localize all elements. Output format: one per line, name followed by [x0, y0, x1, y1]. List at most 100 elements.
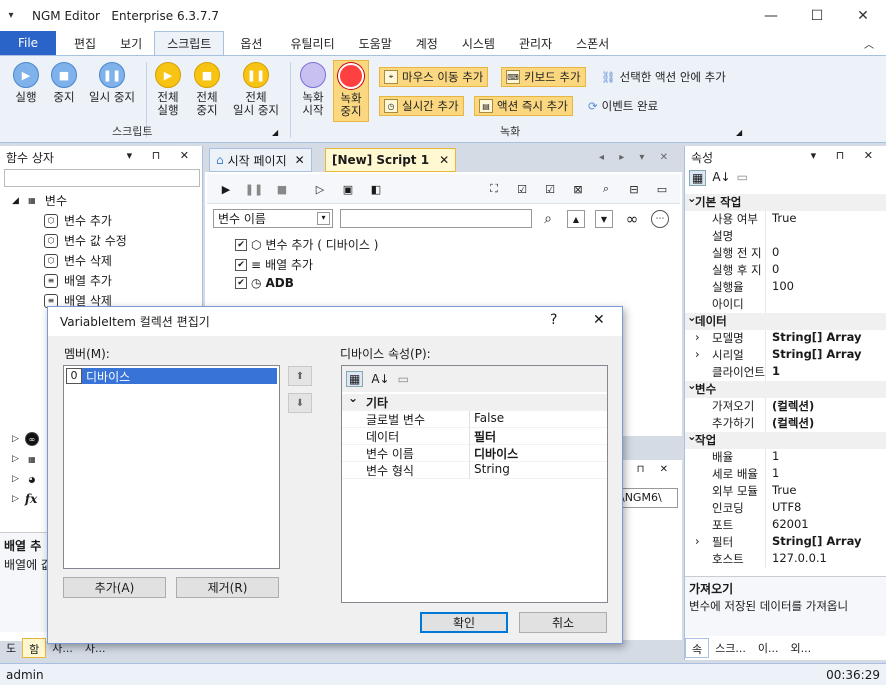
close-icon[interactable]: ✕ — [295, 153, 305, 167]
property-value[interactable]: 필터 — [469, 428, 607, 445]
monitor-icon[interactable]: ▭ — [653, 180, 671, 198]
realtime-add-button[interactable]: ◷ 실시간 추가 — [379, 96, 464, 116]
script-line[interactable]: ✔ ◷ ADB — [235, 276, 294, 290]
property-row[interactable]: 실행 후 지0 — [685, 262, 886, 279]
up-arrow-icon[interactable]: ▲ — [567, 210, 585, 228]
expand-icon[interactable]: ▷ — [12, 454, 19, 464]
property-value[interactable]: String[] Array — [765, 330, 861, 347]
tab-utility[interactable]: 유틸리티 — [278, 31, 346, 55]
property-row[interactable]: 아이디 — [685, 296, 886, 313]
property-row[interactable]: 가져오기 (컬렉션) — [685, 398, 886, 415]
property-row[interactable]: 글로벌 변수 False — [342, 411, 607, 428]
group-launcher-icon[interactable]: ◢ — [272, 128, 278, 137]
close-icon[interactable]: ✕ — [593, 312, 605, 328]
mouse-move-add-button[interactable]: ⌖ 마우스 이동 추가 — [379, 67, 489, 87]
add-button[interactable]: 추가(A) — [63, 577, 166, 598]
stop-all-button[interactable]: ■ 전체 중지 — [191, 62, 223, 117]
property-row[interactable]: 시리얼 String[] Array › — [685, 347, 886, 364]
property-category[interactable]: 데이터 ⌄ — [685, 310, 886, 330]
collapse-icon[interactable]: ⌄ — [348, 391, 358, 405]
collapse-icon[interactable]: ◢ — [12, 196, 19, 206]
infinity-icon[interactable]: ∞ — [623, 210, 641, 228]
property-value[interactable]: 1 — [765, 364, 780, 381]
close-icon[interactable]: ✕ — [840, 0, 886, 31]
checkbox[interactable]: ✔ — [235, 238, 247, 251]
property-row[interactable]: 외부 모듈 True — [685, 483, 886, 500]
expand-icon[interactable]: › — [695, 347, 700, 361]
tree-item-add-variable[interactable]: ⬡ 변수 추가 — [44, 212, 112, 229]
tab-nav-controls[interactable]: ◂ ▸ ▾ ✕ — [599, 152, 674, 163]
property-category[interactable]: 작업 ⌄ — [685, 429, 886, 449]
property-pages-icon[interactable]: ▭ — [737, 170, 748, 186]
panel-controls[interactable]: ▾ ⊓ ✕ — [616, 464, 674, 475]
more-icon[interactable]: ⋯ — [651, 210, 669, 228]
search-icon[interactable]: ⌕ — [597, 180, 615, 198]
tab-account[interactable]: 계정 — [404, 31, 450, 55]
ribbon-collapse-icon[interactable]: ︿ — [864, 36, 874, 51]
member-item[interactable]: 0 디바이스 — [66, 368, 277, 384]
tree-icon[interactable]: ⊟ — [625, 180, 643, 198]
property-row[interactable]: 변수 이름 디바이스 — [342, 445, 607, 462]
tree-node-chart[interactable]: ▷ ◕ — [12, 472, 45, 486]
check-icon[interactable]: ☑ — [541, 180, 559, 198]
tab-start-page[interactable]: ⌂ 시작 페이지 ✕ — [209, 148, 312, 172]
property-value[interactable]: 0 — [765, 262, 779, 279]
event-complete-button[interactable]: ⟳ 이벤트 완료 — [584, 96, 662, 116]
panel-controls[interactable]: ▾ ⊓ ✕ — [811, 149, 881, 162]
search-field-select[interactable]: 변수 이름 ▾ — [213, 209, 333, 228]
property-pages-icon[interactable]: ▭ — [398, 372, 409, 386]
minimize-icon[interactable]: — — [748, 0, 794, 31]
tab-options[interactable]: 옵션 — [228, 31, 274, 55]
property-value[interactable]: 127.0.0.1 — [765, 551, 827, 568]
property-category[interactable]: 기타 ⌄ — [342, 391, 607, 411]
pause-icon[interactable]: ❚❚ — [245, 180, 263, 198]
property-row[interactable]: 설명 — [685, 228, 886, 245]
tab-external[interactable]: 외... — [784, 638, 817, 658]
search-icon[interactable]: ⌕ — [539, 210, 557, 228]
expand-icon[interactable]: › — [695, 534, 700, 548]
record-start-button[interactable]: 녹화 시작 — [297, 62, 329, 117]
tab-system[interactable]: 시스템 — [450, 31, 507, 55]
property-value[interactable]: (컬렉션) — [765, 415, 814, 432]
run-all-button[interactable]: ▶ 전체 실행 — [152, 62, 184, 117]
property-value[interactable] — [765, 296, 772, 313]
quick-access-menu-icon[interactable]: ▾ — [0, 10, 22, 21]
run-button[interactable]: ▶ 실행 — [10, 62, 42, 104]
group-launcher-icon[interactable]: ◢ — [736, 128, 742, 137]
tab-properties[interactable]: 속 — [685, 638, 710, 658]
property-row[interactable]: 포트 62001 — [685, 517, 886, 534]
property-value[interactable]: False — [469, 411, 607, 428]
property-value[interactable]: 100 — [765, 279, 794, 296]
property-value[interactable] — [765, 228, 772, 245]
play-icon[interactable]: ▶ — [217, 180, 235, 198]
categorized-icon[interactable]: ▦ — [346, 371, 364, 387]
function-search-input[interactable] — [4, 169, 200, 187]
categorized-icon[interactable]: ▦ — [689, 170, 707, 186]
property-value[interactable]: (컬렉션) — [765, 398, 814, 415]
property-row[interactable]: 클라이언트 1 — [685, 364, 886, 381]
ok-button[interactable]: 확인 — [420, 612, 508, 633]
tab-script[interactable]: 스크... — [709, 638, 752, 658]
property-value[interactable]: UTF8 — [765, 500, 801, 517]
tab-docs[interactable]: 도 — [0, 638, 22, 658]
tree-root-variable[interactable]: ◢ ▦ 변수 — [12, 192, 67, 209]
tab-view[interactable]: 보기 — [108, 31, 154, 55]
property-value[interactable]: String — [469, 462, 607, 479]
add-in-selected-button[interactable]: ⛓ 선택한 액션 안에 추가 — [597, 67, 730, 87]
tab-script-1[interactable]: [New] Script 1 ✕ — [325, 148, 457, 172]
chevron-down-icon[interactable]: ▾ — [317, 212, 330, 225]
tab-admin[interactable]: 관리자 — [507, 31, 564, 55]
path-field[interactable]: \NGM6\ — [618, 488, 678, 508]
stop-icon[interactable]: ■ — [273, 180, 291, 198]
members-list[interactable]: 0 디바이스 — [63, 365, 280, 569]
step-into-icon[interactable]: ▣ — [339, 180, 357, 198]
tree-node-loop[interactable]: ▷ ∞ — [12, 432, 45, 446]
maximize-icon[interactable]: ☐ — [794, 0, 840, 31]
delete-icon[interactable]: ⊠ — [569, 180, 587, 198]
collapse-icon[interactable]: ⌄ — [687, 310, 697, 324]
property-row[interactable]: 필터 String[] Array › — [685, 534, 886, 551]
property-row[interactable]: 세로 배율 1 — [685, 466, 886, 483]
tree-node-grid[interactable]: ▷ ▦ — [12, 452, 45, 466]
property-row[interactable]: 인코딩 UTF8 — [685, 500, 886, 517]
cancel-button[interactable]: 취소 — [519, 612, 607, 633]
